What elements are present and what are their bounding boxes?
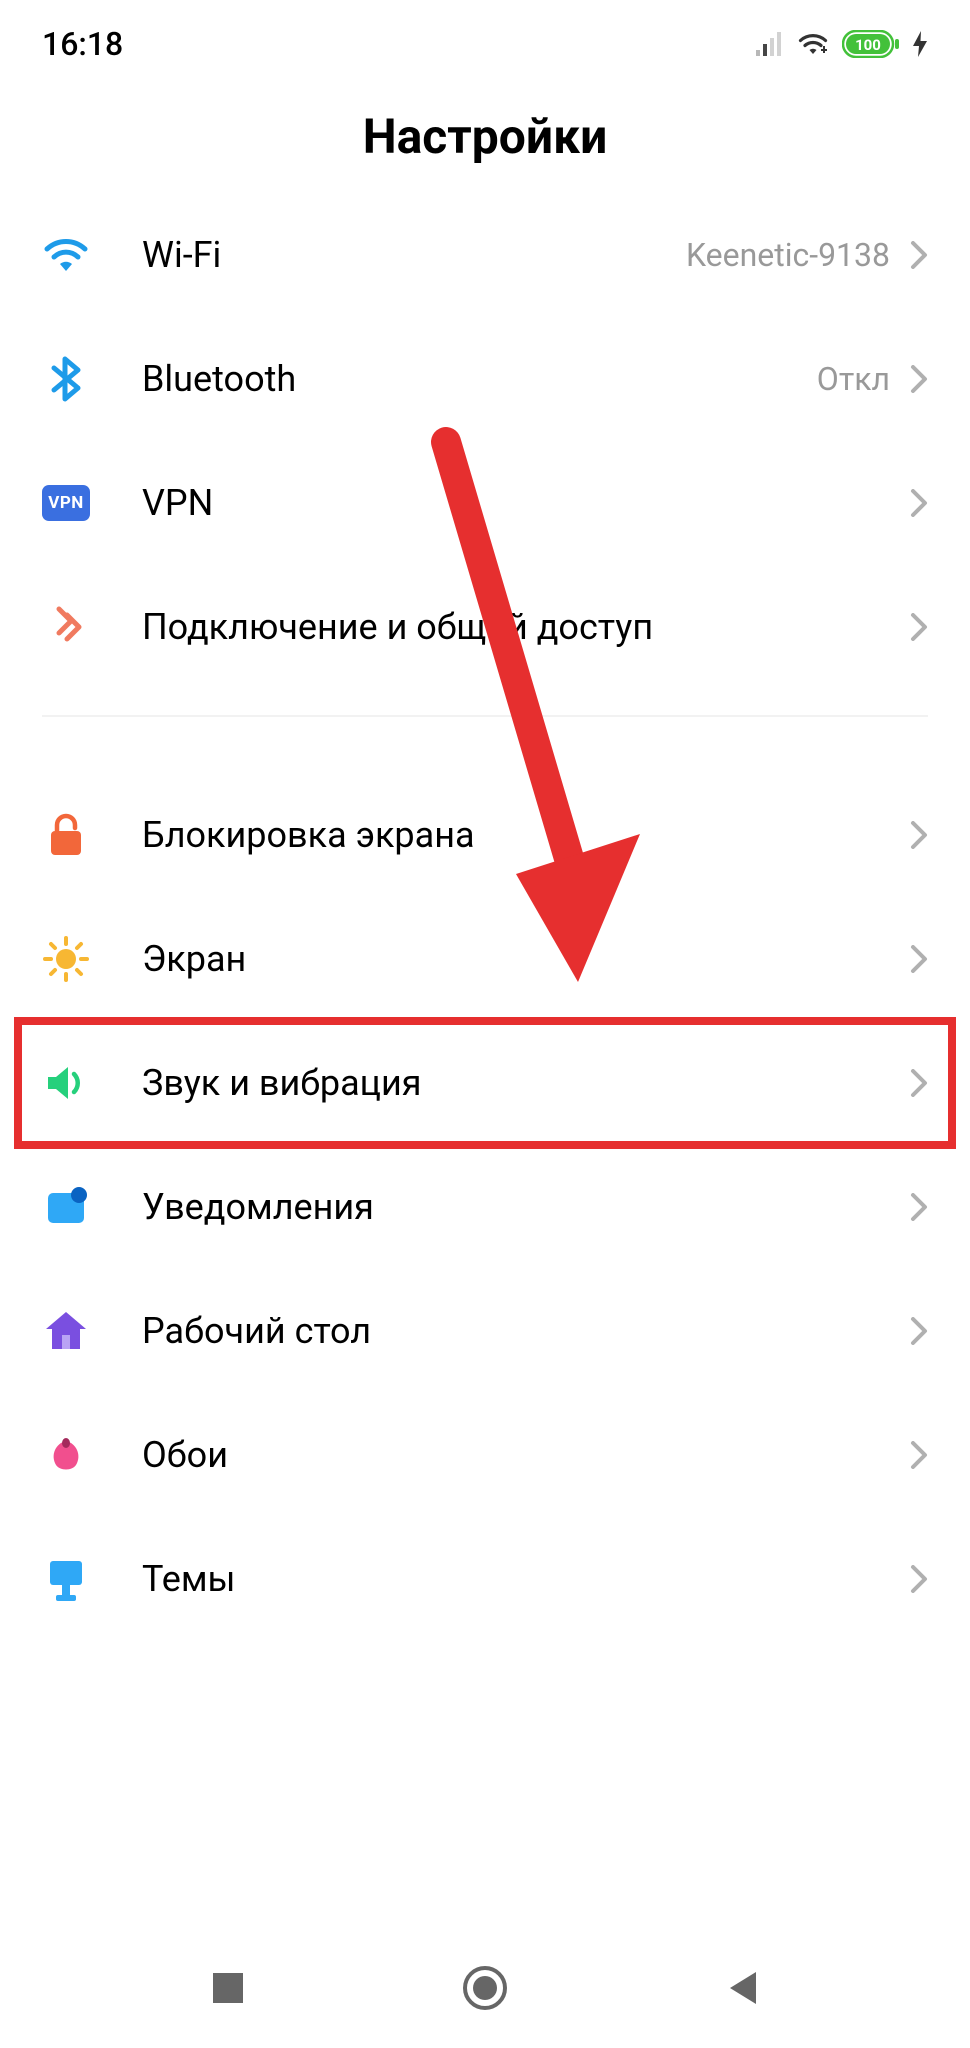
settings-item-display[interactable]: Экран	[0, 897, 970, 1021]
item-label: Темы	[142, 1558, 910, 1600]
chevron-right-icon	[910, 613, 928, 641]
chevron-right-icon	[910, 821, 928, 849]
settings-item-notifications[interactable]: Уведомления	[0, 1145, 970, 1269]
chevron-right-icon	[910, 241, 928, 269]
status-icons: 100	[756, 30, 928, 58]
chevron-right-icon	[910, 489, 928, 517]
chevron-right-icon	[910, 365, 928, 393]
status-time: 16:18	[42, 25, 123, 63]
settings-item-wallpaper[interactable]: Обои	[0, 1393, 970, 1517]
item-value: Keenetic-9138	[686, 236, 890, 274]
signal-icon	[756, 32, 784, 56]
charging-icon	[912, 30, 928, 58]
item-label: VPN	[142, 482, 910, 524]
home-icon	[42, 1307, 90, 1355]
settings-item-vpn[interactable]: VPN VPN	[0, 441, 970, 565]
wallpaper-icon	[42, 1431, 90, 1479]
settings-item-bluetooth[interactable]: Bluetooth Откл	[0, 317, 970, 441]
triangle-back-icon	[724, 1968, 760, 2008]
sound-icon	[42, 1059, 90, 1107]
wifi-status-icon	[796, 31, 830, 57]
vpn-icon: VPN	[42, 479, 90, 527]
item-label: Уведомления	[142, 1186, 910, 1228]
chevron-right-icon	[910, 945, 928, 973]
section-divider	[42, 715, 928, 717]
item-label: Обои	[142, 1434, 910, 1476]
settings-item-connection-share[interactable]: Подключение и общий доступ	[0, 565, 970, 689]
settings-list: Wi-Fi Keenetic-9138 Bluetooth Откл VPN V…	[0, 193, 970, 1641]
nav-recent-button[interactable]	[188, 1948, 268, 2028]
chevron-right-icon	[910, 1441, 928, 1469]
status-bar: 16:18 100	[0, 0, 970, 80]
item-label: Bluetooth	[142, 358, 817, 400]
themes-icon	[42, 1555, 90, 1603]
square-icon	[210, 1970, 246, 2006]
chevron-right-icon	[910, 1069, 928, 1097]
item-label: Подключение и общий доступ	[142, 606, 910, 648]
item-label: Экран	[142, 938, 910, 980]
settings-item-wifi[interactable]: Wi-Fi Keenetic-9138	[0, 193, 970, 317]
navigation-bar	[0, 1928, 970, 2048]
page-title: Настройки	[0, 108, 970, 165]
circle-icon	[461, 1964, 509, 2012]
battery-icon: 100	[842, 30, 900, 58]
settings-item-themes[interactable]: Темы	[0, 1517, 970, 1641]
lock-icon	[42, 811, 90, 859]
bluetooth-icon	[42, 355, 90, 403]
item-value: Откл	[817, 360, 890, 398]
chevron-right-icon	[910, 1317, 928, 1345]
wifi-icon	[42, 231, 90, 279]
nav-back-button[interactable]	[702, 1948, 782, 2028]
chevron-right-icon	[910, 1193, 928, 1221]
item-label: Wi-Fi	[142, 234, 686, 276]
nav-home-button[interactable]	[445, 1948, 525, 2028]
share-icon	[42, 603, 90, 651]
settings-item-lock-screen[interactable]: Блокировка экрана	[0, 773, 970, 897]
notifications-icon	[42, 1183, 90, 1231]
chevron-right-icon	[910, 1565, 928, 1593]
svg-text:100: 100	[855, 36, 881, 54]
settings-item-home-screen[interactable]: Рабочий стол	[0, 1269, 970, 1393]
item-label: Блокировка экрана	[142, 814, 910, 856]
item-label: Звук и вибрация	[142, 1062, 910, 1104]
sun-icon	[42, 935, 90, 983]
settings-item-sound[interactable]: Звук и вибрация	[0, 1021, 970, 1145]
item-label: Рабочий стол	[142, 1310, 910, 1352]
